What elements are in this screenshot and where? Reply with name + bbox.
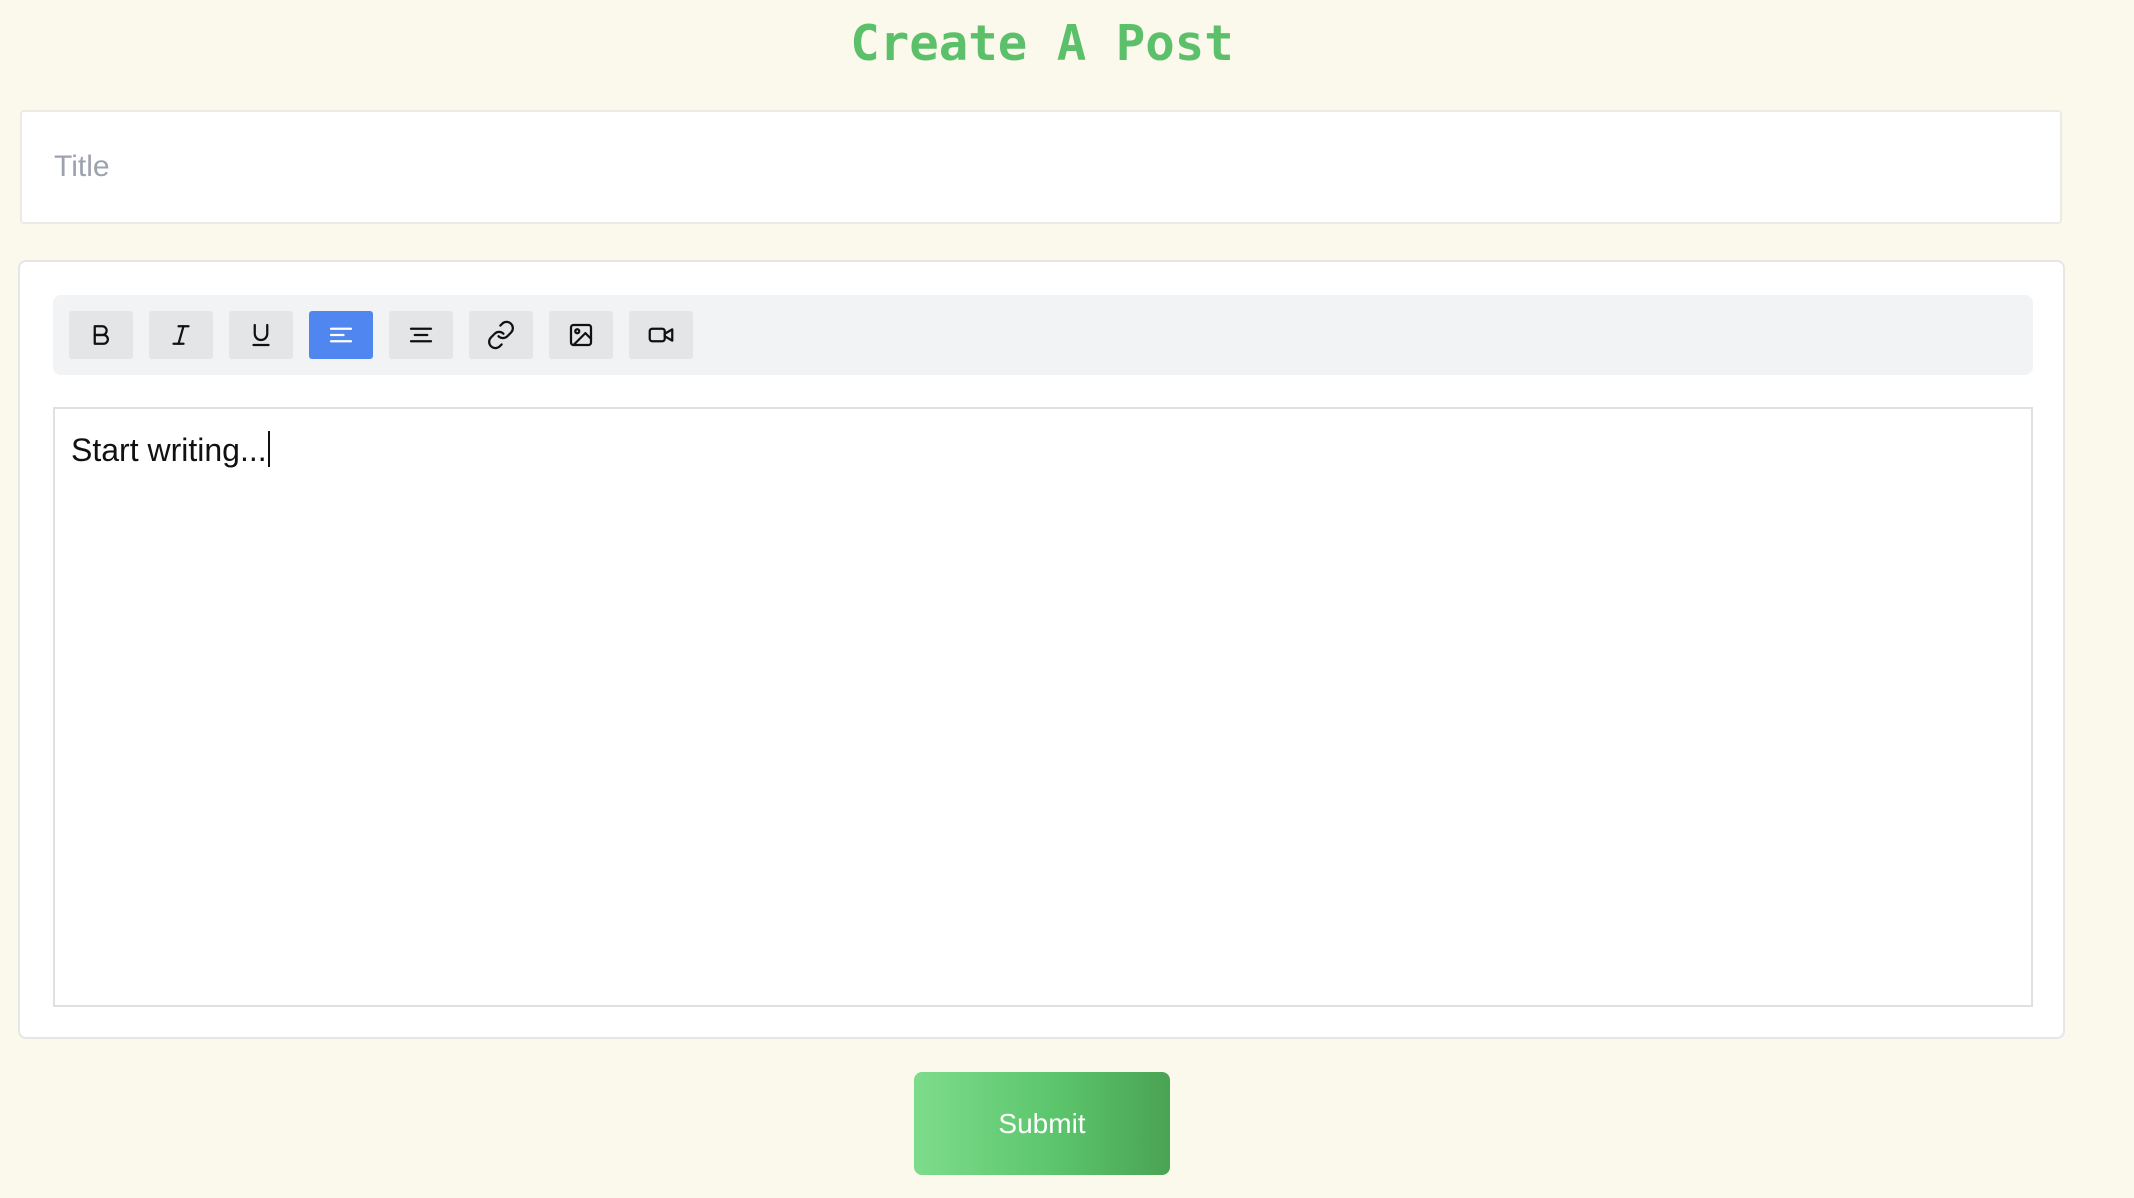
bold-button[interactable] — [69, 311, 133, 359]
submit-button[interactable]: Submit — [914, 1072, 1170, 1175]
page-title: Create A Post — [850, 15, 1234, 72]
title-field-container — [20, 110, 2062, 224]
align-left-button[interactable] — [309, 311, 373, 359]
italic-icon — [172, 325, 190, 345]
align-center-button[interactable] — [389, 311, 453, 359]
italic-button[interactable] — [149, 311, 213, 359]
link-button[interactable] — [469, 311, 533, 359]
editor-card: Start writing... — [18, 260, 2065, 1039]
image-icon — [569, 323, 593, 347]
editor-content-area[interactable]: Start writing... — [53, 407, 2033, 1007]
bold-icon — [93, 325, 109, 345]
video-button[interactable] — [629, 311, 693, 359]
editor-content-text: Start writing... — [71, 432, 267, 468]
image-button[interactable] — [549, 311, 613, 359]
underline-button[interactable] — [229, 311, 293, 359]
align-left-icon — [329, 327, 353, 343]
text-caret — [267, 431, 270, 467]
video-icon — [648, 327, 674, 343]
formatting-toolbar — [53, 295, 2033, 375]
align-center-icon — [409, 327, 433, 343]
editor-text[interactable]: Start writing... — [71, 431, 270, 469]
title-input[interactable] — [22, 112, 2060, 222]
link-icon — [488, 320, 514, 350]
underline-icon — [252, 323, 270, 347]
